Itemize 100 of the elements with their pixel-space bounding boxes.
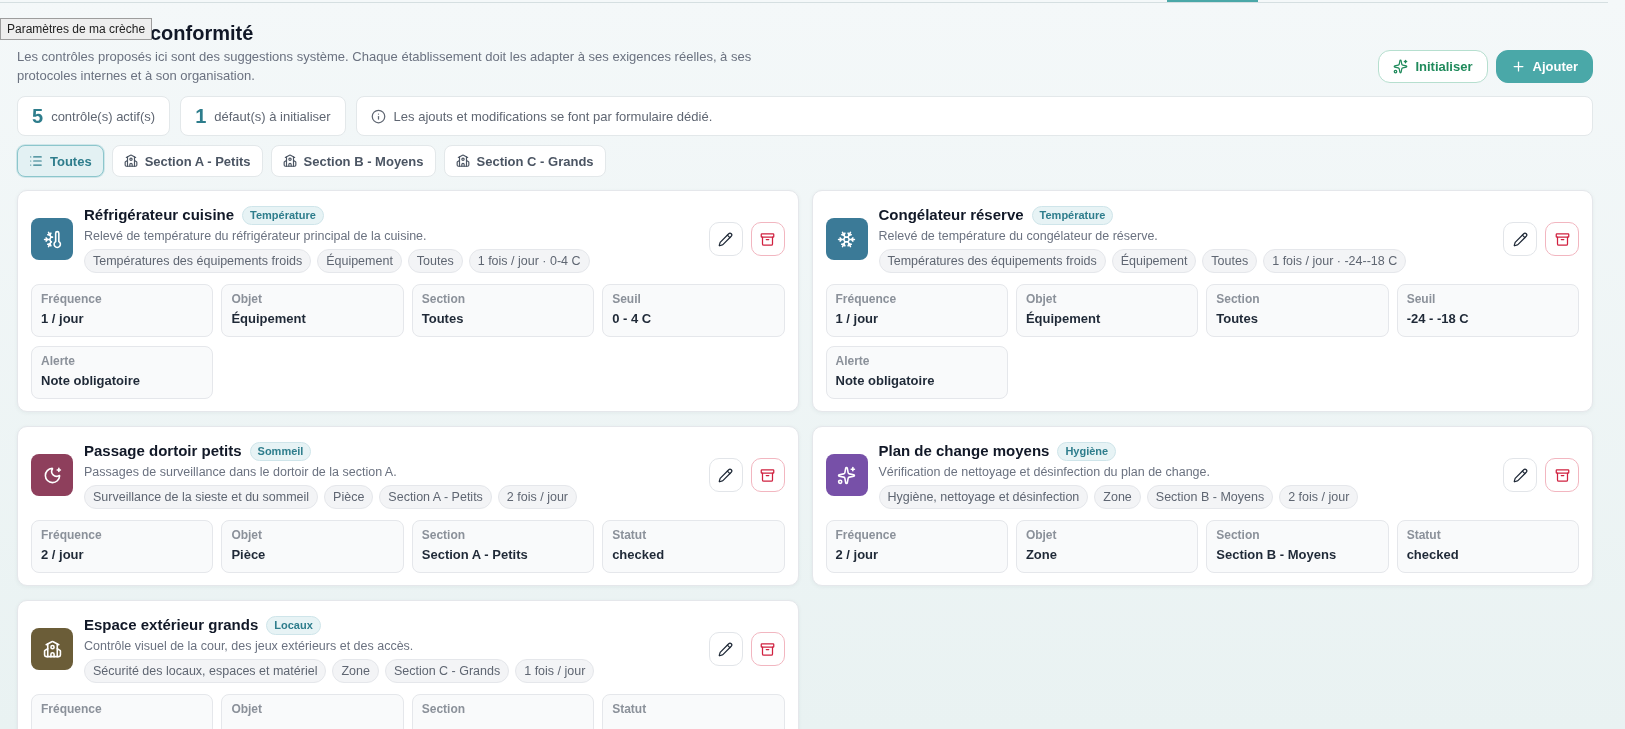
field-value: Équipement: [1025, 310, 1101, 327]
edit-button[interactable]: [708, 222, 743, 256]
info-icon: [370, 108, 386, 124]
card-title: Réfrigérateur cuisine: [84, 205, 235, 225]
field-label: Fréquence: [835, 528, 897, 543]
detail-tag: Toutes: [407, 249, 463, 273]
detail-tag: Section B - Moyens: [1146, 485, 1274, 509]
archive-icon: [760, 467, 775, 483]
field-label: Seuil: [1406, 292, 1436, 307]
filter-chip[interactable]: Section A - Petits: [111, 145, 263, 177]
field-value: Section B - Moyens: [1216, 546, 1337, 563]
field-label: Objet: [231, 528, 263, 543]
archive-button[interactable]: [750, 632, 785, 666]
info-text: Les ajouts et modifications se font par formulaire dédié.: [393, 108, 713, 124]
detail-tag: Pièce: [324, 485, 374, 509]
field-label: Fréquence: [41, 702, 102, 717]
field-value: Équipement: [231, 310, 306, 327]
detail-tag: 1 fois / jour · 0-4 C: [468, 249, 590, 273]
category-tag: Locaux: [266, 615, 321, 635]
field-label: Fréquence: [835, 292, 897, 307]
filter-chip[interactable]: Section B - Moyens: [270, 145, 436, 177]
field-value: Pièce: [231, 546, 266, 563]
pencil-icon: [718, 231, 733, 247]
card-description: Contrôle visuel de la cour, des jeux extérieurs et des accès.: [84, 639, 414, 654]
tooltip: Paramètres de ma crèche: [0, 18, 153, 40]
field-label: Objet: [231, 702, 263, 717]
detail-tag: Sécurité des locaux, espaces et matériel: [84, 659, 327, 683]
filter-chip[interactable]: Toutes: [17, 145, 104, 177]
detail-tag: Équipement: [317, 249, 402, 273]
field-value: Toutes: [421, 310, 464, 327]
card-title: Passage dortoir petits: [84, 441, 242, 461]
field-label: Section: [421, 528, 466, 543]
detail-tag: 1 fois / jour: [515, 659, 595, 683]
field-value: -24 - -18 C: [1406, 310, 1469, 327]
card-title: Plan de change moyens: [878, 441, 1050, 461]
pencil-icon: [718, 641, 733, 657]
initialize-button[interactable]: Initialiser: [1378, 50, 1488, 83]
list-icon: [29, 154, 43, 168]
edit-button[interactable]: [1503, 458, 1537, 492]
filter-chip[interactable]: Section C - Grands: [443, 145, 606, 177]
card-description: Relevé de température du réfrigérateur principal de la cuisine.: [84, 229, 427, 244]
field-value: 0 - 4 C: [612, 310, 652, 327]
field-label: Seuil: [612, 292, 641, 307]
detail-tag: Toutes: [1202, 249, 1258, 273]
field-label: Alerte: [41, 354, 75, 369]
detail-tag: 2 fois / jour: [1279, 485, 1359, 509]
stat-count: 1: [195, 104, 207, 128]
edit-button[interactable]: [708, 458, 743, 492]
field-label: Alerte: [835, 354, 870, 369]
field-label: Statut: [612, 702, 647, 717]
card-description: Vérification de nettoyage et désinfection du plan de change.: [878, 465, 1210, 480]
detail-tag: Hygiène, nettoyage et désinfection: [878, 485, 1089, 509]
card-title: Espace extérieur grands: [84, 615, 259, 635]
archive-button[interactable]: [1545, 458, 1579, 492]
archive-button[interactable]: [750, 222, 785, 256]
field-value: 2 / jour: [835, 546, 879, 563]
field-value: Note obligatoire: [41, 372, 140, 389]
detail-tag: 1 fois / jour · -24--18 C: [1263, 249, 1407, 273]
category-tag: Hygiène: [1057, 441, 1117, 461]
archive-icon: [1554, 231, 1570, 247]
plus-icon: [1510, 59, 1526, 74]
pencil-icon: [1512, 231, 1528, 247]
detail-tag: 2 fois / jour: [497, 485, 577, 509]
detail-tag: Températures des équipements froids: [878, 249, 1106, 273]
building-icon: [455, 154, 470, 168]
field-label: Objet: [231, 292, 263, 307]
detail-tag: Section A - Petits: [379, 485, 492, 509]
page-subtitle: Les contrôles proposés ici sont des suggestions système. Chaque établissement doit les adapter à ses exigences réelles, à ses protocoles internes et à son organisation.: [17, 48, 753, 85]
field-label: Statut: [1406, 528, 1441, 543]
detail-tag: Températures des équipements froids: [84, 249, 312, 273]
field-label: Section: [1216, 292, 1260, 307]
field-value: 2 / jour: [41, 546, 84, 563]
edit-button[interactable]: [708, 632, 743, 666]
card-title: Congélateur réserve: [878, 205, 1024, 225]
field-label: Fréquence: [41, 528, 102, 543]
field-label: Section: [1216, 528, 1260, 543]
field-value: Toutes: [1216, 310, 1258, 327]
building-icon: [123, 154, 138, 168]
archive-button[interactable]: [1545, 222, 1579, 256]
archive-icon: [760, 641, 775, 657]
detail-tag: Zone: [332, 659, 379, 683]
archive-button[interactable]: [750, 458, 785, 492]
field-value: checked: [1406, 546, 1459, 563]
field-value: Section A - Petits: [421, 546, 528, 563]
category-tag: Température: [242, 205, 324, 225]
stat-label: défaut(s) à initialiser: [214, 108, 331, 124]
field-value: Note obligatoire: [835, 372, 935, 389]
field-label: Statut: [612, 528, 647, 543]
archive-icon: [1554, 467, 1570, 483]
detail-tag: Équipement: [1111, 249, 1197, 273]
detail-tag: Zone: [1094, 485, 1141, 509]
pencil-icon: [718, 467, 733, 483]
field-label: Objet: [1025, 292, 1057, 307]
category-tag: Température: [1031, 205, 1114, 225]
detail-tag: Surveillance de la sieste et du sommeil: [84, 485, 319, 509]
edit-button[interactable]: [1503, 222, 1537, 256]
field-label: Objet: [1025, 528, 1057, 543]
detail-tag: Section C - Grands: [384, 659, 510, 683]
field-label: Section: [421, 702, 466, 717]
field-label: Fréquence: [41, 292, 102, 307]
